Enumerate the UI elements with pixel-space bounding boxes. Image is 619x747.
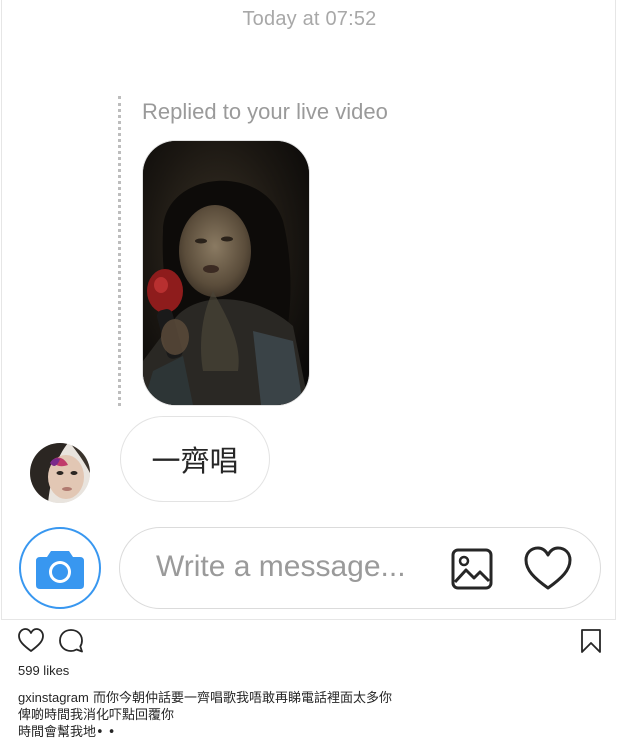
message-composer — [119, 527, 601, 609]
message-input[interactable] — [156, 550, 436, 584]
message-timestamp: Today at 07:52 — [242, 8, 377, 30]
caption-text-1: 而你今朝仲話要一齊唱歌我唔敢再睇電話裡面太多你 — [92, 691, 392, 706]
caption-username[interactable]: gxinstagram — [18, 690, 89, 705]
avatar-image — [30, 443, 90, 503]
message-bubble[interactable]: 一齊唱 — [120, 416, 270, 502]
camera-button[interactable] — [19, 527, 101, 609]
heart-outline-icon[interactable] — [18, 628, 44, 654]
likes-count[interactable]: 599 likes — [18, 663, 69, 678]
comment-icon[interactable] — [58, 628, 84, 654]
gallery-icon[interactable] — [451, 548, 493, 590]
bookmark-icon[interactable] — [580, 628, 602, 654]
reply-indicator-line — [118, 96, 121, 406]
caption-line-1: gxinstagram 而你今朝仲話要一齊唱歌我唔敢再睇電話裡面太多你 — [18, 689, 438, 707]
camera-icon — [36, 551, 84, 589]
reply-caption: Replied to your live video — [142, 99, 388, 124]
caption-line-3: 時間會幫我地• • — [18, 725, 116, 740]
live-video-image — [143, 141, 309, 405]
caption-line-2: 俾啲時間我消化吓點回覆你 — [18, 708, 175, 723]
live-video-thumbnail[interactable] — [142, 140, 310, 406]
sender-avatar[interactable] — [30, 443, 90, 503]
heart-icon[interactable] — [524, 546, 572, 592]
post-caption: gxinstagram 而你今朝仲話要一齊唱歌我唔敢再睇電話裡面太多你 俾啲時間… — [18, 689, 438, 741]
post-actions — [18, 628, 608, 658]
